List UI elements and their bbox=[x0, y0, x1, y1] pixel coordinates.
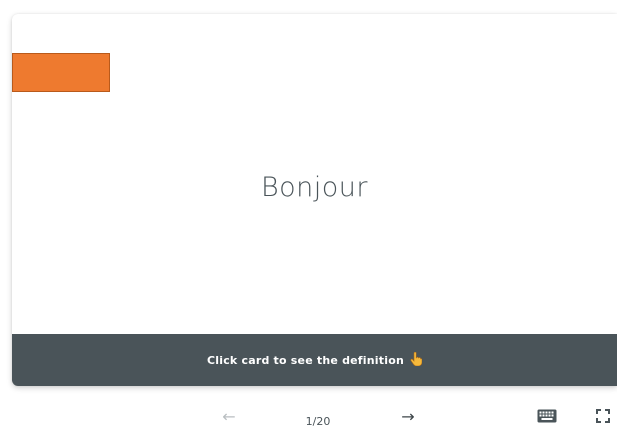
card-counter: 1/20 bbox=[305, 414, 331, 428]
flashcard-stage: Click card to see the definition Bonjour… bbox=[0, 0, 617, 428]
keyboard-icon[interactable] bbox=[536, 405, 558, 427]
arrow-right-icon[interactable]: → bbox=[397, 405, 419, 427]
hint-text: Click card to see the definition bbox=[207, 353, 404, 367]
fullscreen-icon[interactable] bbox=[593, 405, 613, 427]
arrow-left-icon[interactable]: ← bbox=[218, 405, 240, 427]
prev-button-glyph: ← bbox=[222, 406, 236, 426]
pointing-hand-icon bbox=[410, 351, 423, 367]
card-term: Bonjour bbox=[260, 172, 369, 203]
orange-marker bbox=[12, 53, 110, 92]
card-controls: ← 1/20 → bbox=[0, 405, 617, 428]
hint-bar[interactable]: Click card to see the definition bbox=[12, 334, 617, 386]
next-button-glyph: → bbox=[401, 406, 415, 426]
